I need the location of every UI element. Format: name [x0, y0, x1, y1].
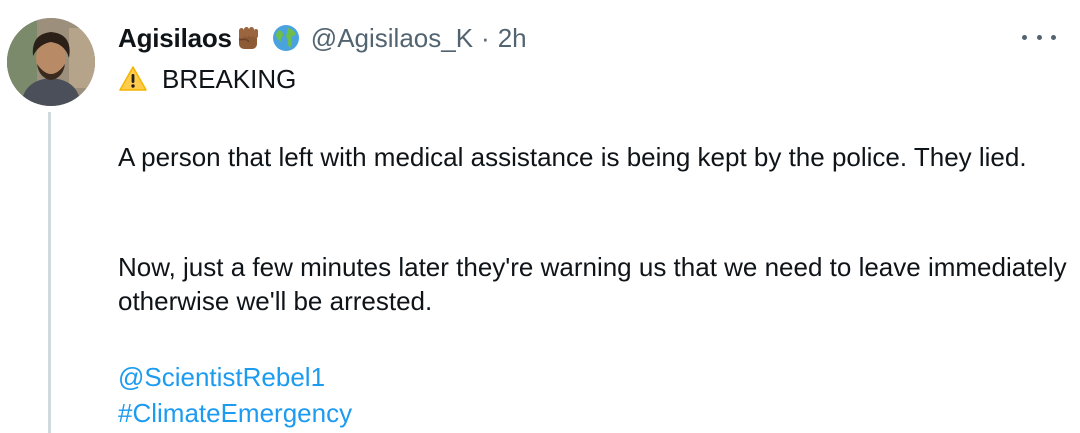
avatar[interactable] [7, 18, 95, 106]
display-name[interactable]: Agisilaos [118, 23, 232, 54]
tweet-paragraph: A person that left with medical assistan… [118, 142, 1027, 172]
thread-line [48, 112, 51, 433]
breaking-text: BREAKING [162, 63, 297, 94]
timestamp[interactable]: 2h [498, 23, 527, 54]
more-options-icon[interactable] [1022, 26, 1056, 48]
breaking-line: BREAKING [118, 62, 296, 96]
tweet-paragraph: Now, just a few minutes later they're wa… [118, 252, 1067, 316]
globe-icon [271, 23, 301, 53]
handle[interactable]: @Agisilaos_K [311, 23, 473, 54]
mention-link[interactable]: @ScientistRebel1 [118, 360, 325, 394]
separator-dot: · [481, 22, 490, 53]
raised-fist-icon [233, 23, 263, 53]
warning-icon [118, 64, 148, 94]
hashtag-link[interactable]: #ClimateEmergency [118, 396, 352, 430]
tweet-header: Agisilaos @Agisilaos_K · 2h [118, 20, 527, 56]
